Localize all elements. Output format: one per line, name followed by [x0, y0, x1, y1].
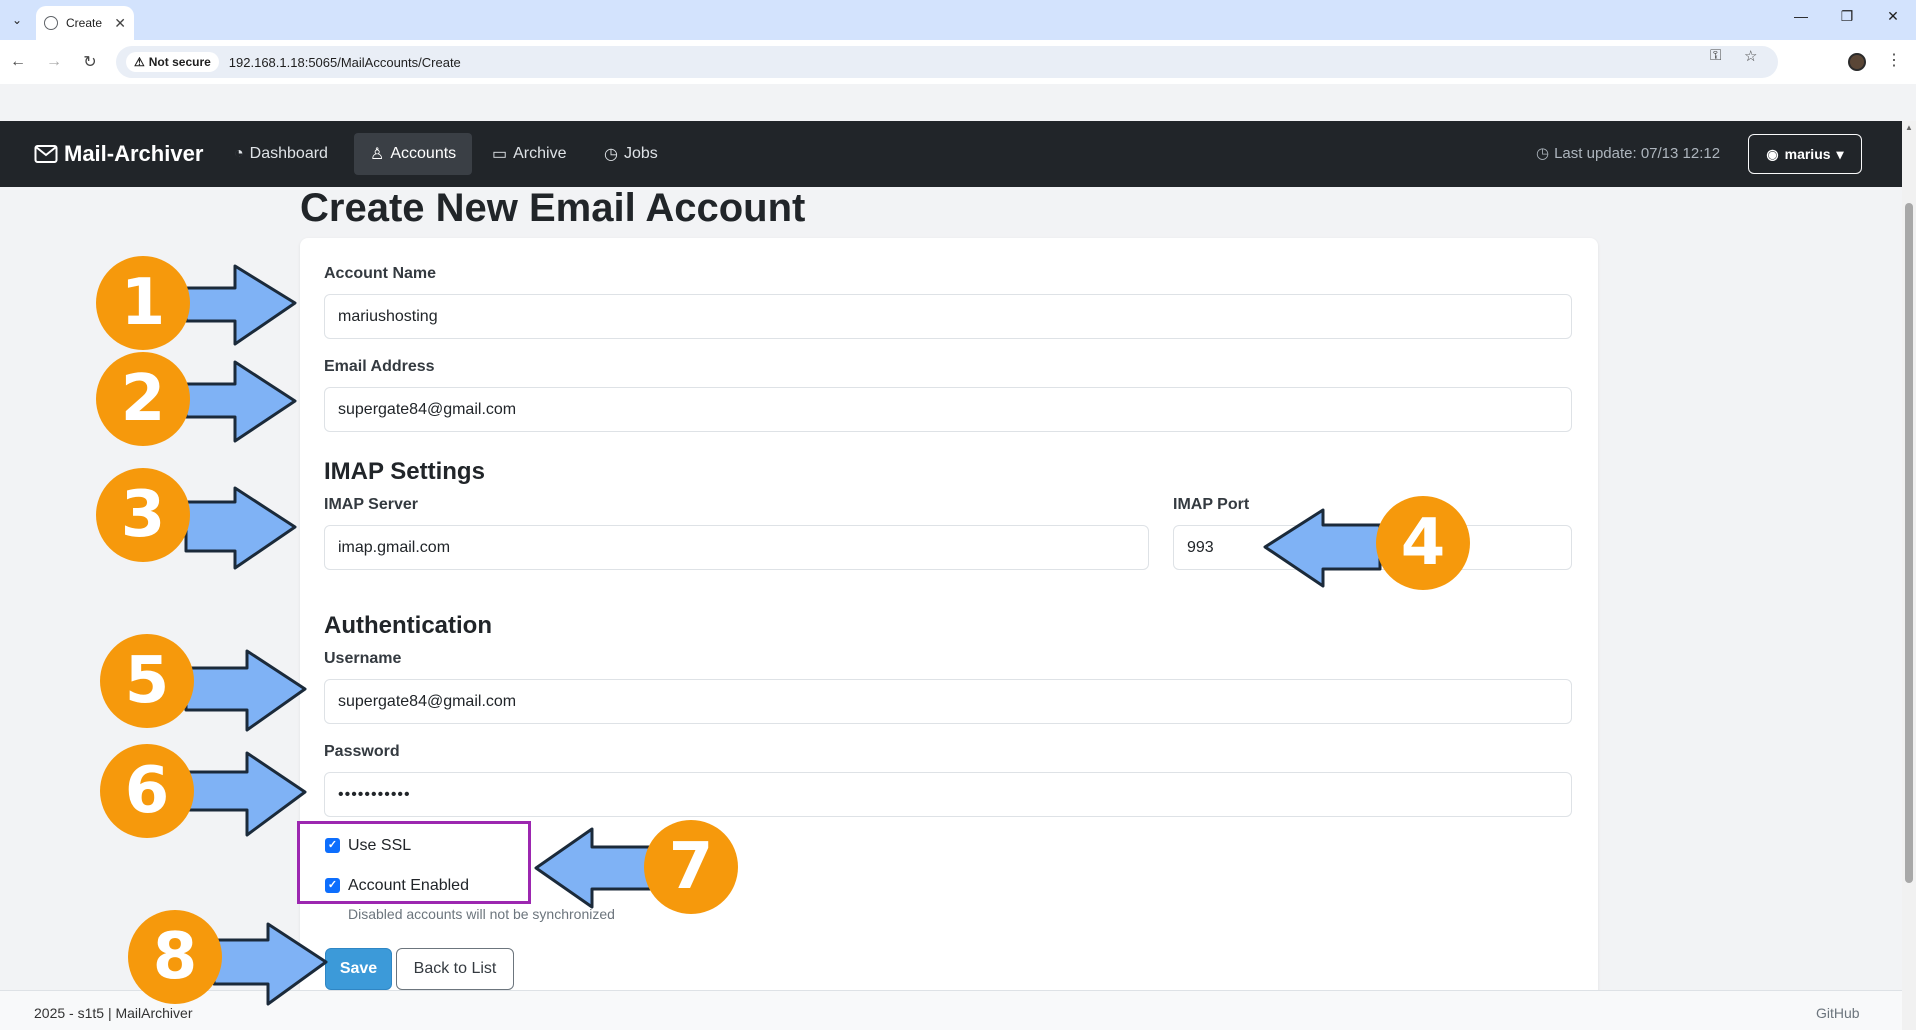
arrow-1	[184, 264, 297, 346]
account-enabled-hint: Disabled accounts will not be synchroniz…	[348, 906, 615, 922]
nav-accounts-label: Accounts	[390, 145, 457, 162]
annotation-badge-5: 5	[100, 634, 194, 728]
scroll-up-icon[interactable]: ▲	[1905, 123, 1913, 132]
reload-icon[interactable]: ↻	[78, 50, 102, 74]
annotation-badge-6: 6	[100, 744, 194, 838]
last-update-text: Last update: 07/13 12:12	[1554, 144, 1721, 162]
page-title: Create New Email Account	[300, 186, 806, 230]
globe-icon	[44, 16, 58, 30]
arrow-2	[184, 360, 297, 443]
security-chip[interactable]: ⚠ Not secure	[126, 52, 219, 72]
address-bar[interactable]: ⚠ Not secure 192.168.1.18:5065/MailAccou…	[116, 46, 1778, 78]
security-label: Not secure	[148, 55, 211, 69]
back-icon[interactable]: ←	[6, 50, 30, 74]
close-window-icon[interactable]: ✕	[1878, 8, 1908, 25]
url-text[interactable]: 192.168.1.18:5065/MailAccounts/Create	[229, 55, 461, 70]
username-input[interactable]	[324, 679, 1572, 724]
clock-icon: ◷	[604, 146, 618, 163]
mail-icon	[34, 145, 58, 163]
annotation-badge-1: 1	[96, 256, 190, 350]
restore-icon[interactable]: ❐	[1832, 8, 1862, 25]
password-key-icon[interactable]: ⚿	[1710, 47, 1721, 64]
user-menu-button[interactable]: ◉ marius ▾	[1748, 134, 1862, 174]
authentication-heading: Authentication	[324, 612, 492, 639]
user-circle-icon: ◉	[1766, 145, 1779, 162]
arrow-6	[184, 751, 307, 837]
app-navbar: Mail-Archiver ◔ Dashboard ♙ Accounts ▭ A…	[0, 121, 1902, 187]
annotation-badge-3: 3	[96, 468, 190, 562]
user-name: marius	[1784, 146, 1831, 162]
page-scrollbar[interactable]: ▲	[1902, 121, 1916, 1030]
nav-accounts[interactable]: ♙ Accounts	[354, 133, 473, 175]
annotation-badge-7: 7	[644, 820, 738, 914]
footer-text: 2025 - s1t5 | MailArchiver	[34, 1005, 193, 1021]
back-to-list-button[interactable]: Back to List	[396, 948, 514, 990]
password-input[interactable]: •••••••••••	[324, 772, 1572, 817]
nav-dashboard[interactable]: ◔ Dashboard	[218, 133, 344, 175]
brand[interactable]: Mail-Archiver	[34, 141, 203, 167]
archive-icon: ▭	[492, 146, 508, 163]
tab-title: Create	[66, 16, 103, 30]
nav-dashboard-label: Dashboard	[249, 145, 328, 162]
browser-tabstrip: ⌄ Create ✕ — ❐ ✕	[0, 0, 1916, 40]
imap-port-label: IMAP Port	[1173, 496, 1250, 513]
browser-toolbar: ← → ↻ ⚠ Not secure 192.168.1.18:5065/Mai…	[0, 40, 1916, 84]
account-enabled-checkbox[interactable]: ✓	[325, 878, 340, 893]
nav-jobs-label: Jobs	[623, 145, 658, 162]
profile-avatar[interactable]	[1848, 53, 1866, 71]
close-tab-icon[interactable]: ✕	[114, 15, 126, 32]
annotation-badge-2: 2	[96, 352, 190, 446]
warning-icon: ⚠	[134, 55, 145, 69]
nav-jobs[interactable]: ◷ Jobs	[588, 133, 674, 175]
email-label: Email Address	[324, 358, 435, 375]
imap-settings-heading: IMAP Settings	[324, 458, 485, 485]
browser-tab[interactable]: Create ✕	[36, 6, 134, 40]
browser-menu-icon[interactable]: ⋮	[1886, 50, 1902, 70]
clock-icon: ◷	[1536, 145, 1550, 162]
account-enabled-label[interactable]: Account Enabled	[348, 877, 469, 895]
brand-name: Mail-Archiver	[64, 141, 204, 166]
imap-port-input[interactable]	[1173, 525, 1572, 570]
save-button[interactable]: Save	[325, 948, 392, 990]
arrow-3	[184, 486, 297, 570]
account-name-label: Account Name	[324, 265, 437, 282]
tab-search-icon[interactable]: ⌄	[6, 9, 28, 31]
nav-archive-label: Archive	[513, 145, 567, 162]
use-ssl-label[interactable]: Use SSL	[348, 837, 411, 855]
last-update: ◷ Last update: 07/13 12:12	[1536, 144, 1721, 163]
minimize-icon[interactable]: —	[1786, 8, 1816, 24]
annotation-badge-8: 8	[128, 910, 222, 1004]
bookmark-star-icon[interactable]: ☆	[1744, 47, 1757, 65]
nav-archive[interactable]: ▭ Archive	[476, 133, 582, 175]
username-label: Username	[324, 650, 402, 667]
email-input[interactable]	[324, 387, 1572, 432]
github-link[interactable]: GitHub	[1816, 1005, 1860, 1021]
caret-down-icon: ▾	[1836, 145, 1844, 162]
use-ssl-checkbox[interactable]: ✓	[325, 838, 340, 853]
scroll-thumb[interactable]	[1905, 203, 1913, 883]
footer: 2025 - s1t5 | MailArchiver GitHub	[0, 990, 1902, 1030]
annotation-badge-4: 4	[1376, 496, 1470, 590]
password-label: Password	[324, 743, 400, 760]
forward-icon[interactable]: →	[42, 50, 66, 74]
account-name-input[interactable]	[324, 294, 1572, 339]
arrow-5	[184, 649, 307, 732]
imap-server-input[interactable]	[324, 525, 1149, 570]
imap-server-label: IMAP Server	[324, 496, 418, 513]
person-icon: ♙	[370, 146, 385, 163]
dashboard-icon: ◔	[234, 145, 244, 162]
